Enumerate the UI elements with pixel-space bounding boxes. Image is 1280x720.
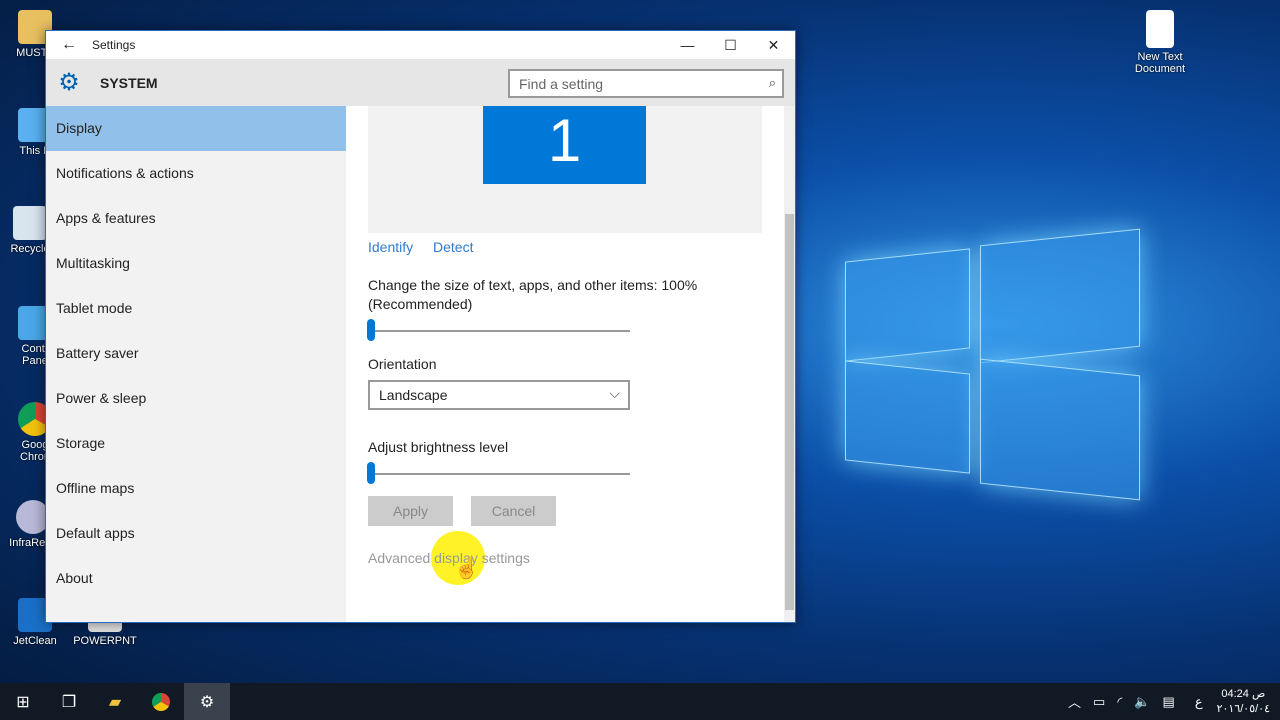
sidebar-item-notifications-actions[interactable]: Notifications & actions — [46, 151, 346, 196]
display-preview: 1 — [368, 106, 762, 233]
windows-icon: ⊞ — [16, 693, 30, 711]
display-settings: 1 Identify Detect Change the size of tex… — [346, 106, 784, 622]
sidebar-item-multitasking[interactable]: Multitasking — [46, 241, 346, 286]
folder-icon: ▰ — [108, 693, 122, 711]
orientation-label: Orientation — [368, 356, 437, 372]
task-view-icon: ❐ — [61, 693, 77, 711]
sidebar-item-about[interactable]: About — [46, 556, 346, 601]
identify-link[interactable]: Identify — [368, 239, 413, 255]
brightness-slider[interactable] — [367, 462, 630, 484]
section-title: SYSTEM — [100, 74, 158, 91]
scrollbar[interactable] — [784, 106, 795, 622]
apply-button[interactable]: Apply — [368, 496, 453, 526]
sidebar-item-tablet-mode[interactable]: Tablet mode — [46, 286, 346, 331]
brightness-label: Adjust brightness level — [368, 439, 509, 455]
text-file-icon — [1146, 10, 1174, 48]
search-input[interactable]: Find a setting ⌕ — [508, 69, 784, 98]
settings-window: ← Settings — ☐ ✕ ⚙ SYSTEM Find a setting… — [45, 30, 796, 623]
sidebar: Display Notifications & actions Apps & fea… — [46, 106, 346, 622]
gear-icon: ⚙ — [199, 693, 215, 711]
wifi-icon[interactable]: ◜ — [1117, 694, 1122, 710]
back-button[interactable]: ← — [46, 36, 92, 54]
scrollbar-thumb[interactable] — [785, 214, 794, 610]
sidebar-item-apps-features[interactable]: Apps & features — [46, 196, 346, 241]
sidebar-item-default-apps[interactable]: Default apps — [46, 511, 346, 556]
settings-taskbar-button[interactable]: ⚙ — [184, 683, 230, 720]
system-tray: ︿ ▭ ◜ 🔈 ▤ ع 04:24 ص ٢٠١٦/٠٥/٠٤ — [1062, 683, 1280, 720]
task-view-button[interactable]: ❐ — [46, 683, 92, 720]
volume-icon[interactable]: 🔈 — [1134, 694, 1150, 710]
text-size-label: Change the size of text, apps, and other… — [368, 277, 698, 312]
gear-icon: ⚙ — [58, 69, 80, 96]
sidebar-item-power-sleep[interactable]: Power & sleep — [46, 376, 346, 421]
cancel-button[interactable]: Cancel — [471, 496, 556, 526]
chevron-down-icon: ⌵ — [609, 385, 620, 401]
start-button[interactable]: ⊞ — [0, 683, 46, 720]
monitor-1[interactable]: 1 — [483, 106, 646, 184]
slider-thumb[interactable] — [367, 319, 375, 341]
windows-logo-wallpaper — [830, 215, 1150, 515]
action-center-icon[interactable]: ▤ — [1163, 694, 1175, 710]
chevron-up-icon[interactable]: ︿ — [1068, 692, 1081, 711]
sidebar-item-storage[interactable]: Storage — [46, 421, 346, 466]
slider-thumb[interactable] — [367, 462, 375, 484]
advanced-display-settings-link[interactable]: Advanced display settings — [368, 550, 530, 566]
search-icon: ⌕ — [768, 75, 776, 90]
sidebar-item-display[interactable]: Display — [46, 106, 346, 151]
recycle-bin-icon — [13, 206, 47, 240]
sidebar-item-battery-saver[interactable]: Battery saver — [46, 331, 346, 376]
orientation-dropdown[interactable]: Landscape ⌵ — [368, 380, 630, 410]
hand-cursor-icon: ☝ — [454, 558, 479, 580]
chrome-taskbar-button[interactable] — [138, 683, 184, 720]
language-indicator[interactable]: ع — [1195, 694, 1203, 710]
taskbar: ⊞ ❐ ▰ ⚙ ︿ ▭ ◜ 🔈 ▤ ع 04:24 ص ٢٠١٦/٠٥/٠٤ — [0, 683, 1280, 720]
minimize-button[interactable]: — — [666, 37, 709, 53]
text-size-slider[interactable] — [367, 319, 630, 341]
window-title: Settings — [92, 38, 136, 52]
close-button[interactable]: ✕ — [752, 37, 795, 54]
sidebar-item-offline-maps[interactable]: Offline maps — [46, 466, 346, 511]
maximize-button[interactable]: ☐ — [709, 37, 752, 54]
settings-header: ⚙ SYSTEM Find a setting ⌕ — [46, 59, 795, 106]
detect-link[interactable]: Detect — [433, 239, 473, 255]
chrome-icon — [152, 692, 170, 711]
clock[interactable]: 04:24 ص ٢٠١٦/٠٥/٠٤ — [1217, 687, 1270, 717]
desktop-icon-new-text-document[interactable]: New Text Document — [1125, 10, 1195, 75]
battery-icon[interactable]: ▭ — [1093, 694, 1105, 710]
file-explorer-button[interactable]: ▰ — [92, 683, 138, 720]
title-bar: ← Settings — ☐ ✕ — [46, 31, 795, 59]
